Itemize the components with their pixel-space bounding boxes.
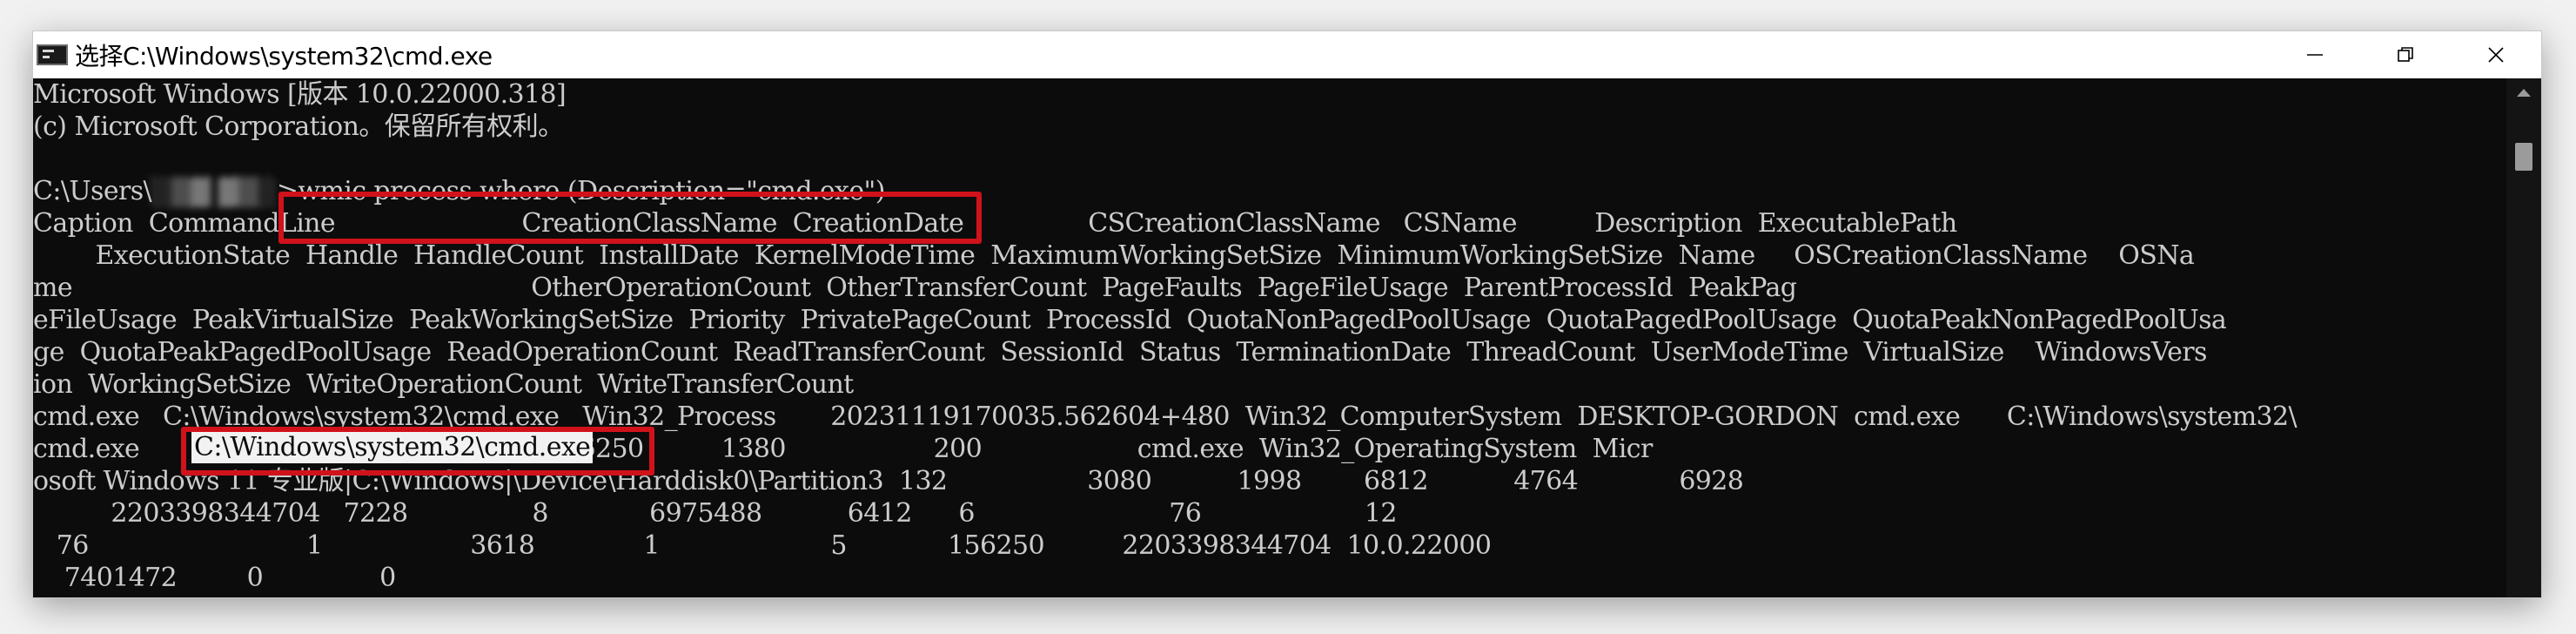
close-icon: [2488, 47, 2504, 63]
title-bar[interactable]: 选择C:\Windows\system32\cmd.exe: [33, 31, 2541, 78]
scrollbar-thumb[interactable]: [2515, 143, 2532, 171]
console-line: Microsoft Windows [版本 10.0.22000.318]: [33, 79, 567, 110]
console-line: 76 1 3618 1 5 156250 2203398344704 10.0.…: [33, 530, 1492, 561]
console-line: ion WorkingSetSize WriteOperationCount W…: [33, 369, 854, 400]
masked-username: ░▒▓ ▓▒░: [151, 177, 277, 208]
cmd-app-icon[interactable]: [37, 44, 68, 65]
vertical-scrollbar[interactable]: [2506, 78, 2541, 597]
prompt-prefix: C:\Users\: [33, 176, 152, 206]
console-line: 2203398344704 7228 8 6975488 6412 6 76 1…: [33, 498, 1397, 529]
console-line: ge QuotaPeakPagedPoolUsage ReadOperation…: [33, 337, 2207, 368]
maximize-button[interactable]: [2360, 31, 2451, 78]
window-title: 选择C:\Windows\system32\cmd.exe: [75, 42, 493, 71]
minimize-icon: [2307, 54, 2323, 56]
console-line: me OtherOperationCount OtherTransferCoun…: [33, 273, 1797, 303]
console-output[interactable]: Microsoft Windows [版本 10.0.22000.318] (c…: [33, 78, 2506, 597]
command-highlight-box: [278, 192, 982, 244]
console-line: ExecutionState Handle HandleCount Instal…: [33, 240, 2195, 271]
path-highlight-box: [181, 427, 654, 476]
window-controls: [2270, 31, 2541, 78]
console-line: (c) Microsoft Corporation。保留所有权利。: [33, 111, 564, 142]
scroll-up-arrow-icon[interactable]: [2517, 89, 2531, 97]
cmd-window: 选择C:\Windows\system32\cmd.exe Microsoft …: [33, 31, 2541, 597]
close-button[interactable]: [2451, 31, 2541, 78]
console-line: 7401472 0 0: [33, 563, 396, 593]
console-line: eFileUsage PeakVirtualSize PeakWorkingSe…: [33, 305, 2227, 335]
minimize-button[interactable]: [2270, 31, 2360, 78]
restore-icon: [2398, 47, 2413, 62]
